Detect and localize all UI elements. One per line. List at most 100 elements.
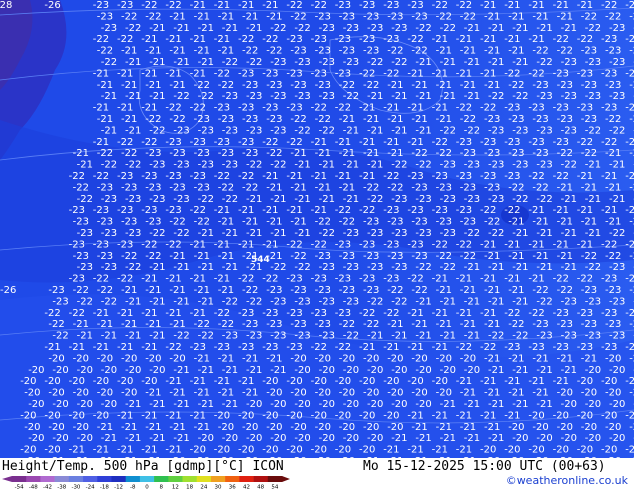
temperature-label: -22 (383, 171, 399, 182)
temperature-label: -22 (121, 251, 137, 262)
temperature-label: -23 (557, 319, 573, 330)
temperature-label: -22 (359, 205, 375, 216)
temperature-label: -23 (363, 217, 379, 228)
temperature-label: -23 (561, 91, 577, 102)
temperature-label: -20 (609, 433, 625, 444)
temperature-label: -21 (508, 46, 524, 57)
temperature-label: -22 (93, 171, 109, 182)
temperature-label: -22 (194, 80, 210, 91)
temperature-label: -23 (343, 57, 359, 68)
temperature-label: -23 (93, 239, 109, 250)
temperature-label: -22 (359, 68, 375, 79)
temperature-label: -23 (214, 342, 230, 353)
temperature-label: -23 (315, 251, 331, 262)
temperature-label: -21 (222, 228, 238, 239)
temperature-label: -23 (585, 331, 601, 342)
temperature-label: -20 (93, 376, 109, 387)
temperature-label: -22 (387, 182, 403, 193)
temperature-label: -21 (561, 194, 577, 205)
temperature-label: -21 (222, 399, 238, 410)
temperature-label: -22 (77, 194, 93, 205)
temperature-label: -23 (52, 296, 68, 307)
temperature-label: -23 (315, 46, 331, 57)
temperature-label: -23 (48, 285, 64, 296)
temperature-label: -22 (585, 262, 601, 273)
temperature-label: -22 (125, 160, 141, 171)
temperature-label: -20 (605, 388, 621, 399)
temperature-label: -22 (242, 46, 258, 57)
temperature-label: -21 (359, 103, 375, 114)
temperature-label: -21 (411, 319, 427, 330)
temperature-label: -23 (440, 160, 456, 171)
temperature-label: -23 (561, 331, 577, 342)
temperature-label: -23 (117, 205, 133, 216)
temperature-label: -21 (605, 182, 621, 193)
temperature-label: -21 (359, 342, 375, 353)
temperature-label: -23 (319, 57, 335, 68)
temperature-label: -23 (165, 205, 181, 216)
temperature-label: -22 (484, 217, 500, 228)
temperature-label: -22 (315, 114, 331, 125)
temperature-label: -23 (383, 205, 399, 216)
temperature-label: -21 (141, 342, 157, 353)
temperature-label: -21 (407, 410, 423, 421)
temperature-label: -22 (266, 46, 282, 57)
temperature-label: -20 (436, 353, 452, 364)
temperature-label: -23 (343, 262, 359, 273)
valid-time: Mo 15-12-2025 15:00 UTC (00+63) (363, 459, 606, 474)
temperature-label: -22 (585, 125, 601, 136)
temperature-label: -23 (504, 103, 520, 114)
temperature-label: -21 (407, 103, 423, 114)
temperature-label: -23 (214, 103, 230, 114)
temperature-label: -22 (601, 137, 617, 148)
scale-label: 24 (200, 485, 207, 490)
temperature-label: -23 (97, 11, 113, 22)
scale-swatch (210, 476, 226, 482)
temperature-label: -22 (440, 262, 456, 273)
color-scale: -54 -48 -42 -38 -30 -24 -18 -12 -8 0 8 12 18 24 30 36 42… (2, 476, 290, 490)
temperature-label: -23 (480, 171, 496, 182)
temperature-label: -23 (415, 228, 431, 239)
credit-link[interactable]: ©weatheronline.co.uk (506, 474, 628, 487)
temperature-label: -23 (387, 11, 403, 22)
temperature-label: -21 (512, 228, 528, 239)
temperature-label: -22 (149, 125, 165, 136)
temperature-label: -23 (262, 103, 278, 114)
temperature-label: -21 (387, 80, 403, 91)
scale-swatch (26, 476, 41, 482)
temperature-label: -22 (528, 308, 544, 319)
temperature-label: -23 (335, 0, 351, 11)
temperature-label: -21 (440, 296, 456, 307)
temperature-label: -20 (101, 399, 117, 410)
temperature-label: -20 (391, 399, 407, 410)
temperature-label: -21 (436, 80, 452, 91)
temperature-label: -21 (311, 137, 327, 148)
temperature-label: -20 (24, 422, 40, 433)
temperature-label: -23 (214, 137, 230, 148)
temperature-label: -21 (488, 57, 504, 68)
temperature-label: -23 (561, 296, 577, 307)
temperature-label: -21 (125, 433, 141, 444)
temperature-label: -21 (311, 205, 327, 216)
temperature-label: -23 (464, 194, 480, 205)
temperature-label: -20 (121, 388, 137, 399)
temperature-label: -23 (561, 57, 577, 68)
temperature-label: -22 (77, 296, 93, 307)
temperature-label: -23 (601, 103, 617, 114)
temperature-label: -21 (625, 171, 634, 182)
temperature-label: -23 (460, 217, 476, 228)
temperature-label: -21 (141, 274, 157, 285)
temperature-label: -21 (335, 137, 351, 148)
temperature-label: -22 (173, 228, 189, 239)
temperature-label: -21 (488, 399, 504, 410)
temperature-label: -21 (266, 11, 282, 22)
temperature-label: -21 (149, 91, 165, 102)
temperature-label: -23 (532, 148, 548, 159)
temperature-label: -23 (367, 228, 383, 239)
temperature-label: -21 (343, 160, 359, 171)
temperature-label: -21 (69, 445, 85, 456)
temperature-label: -21 (319, 160, 335, 171)
temperature-label: -21 (415, 91, 431, 102)
temperature-label: -22 (214, 308, 230, 319)
temperature-label: -22 (601, 0, 617, 11)
